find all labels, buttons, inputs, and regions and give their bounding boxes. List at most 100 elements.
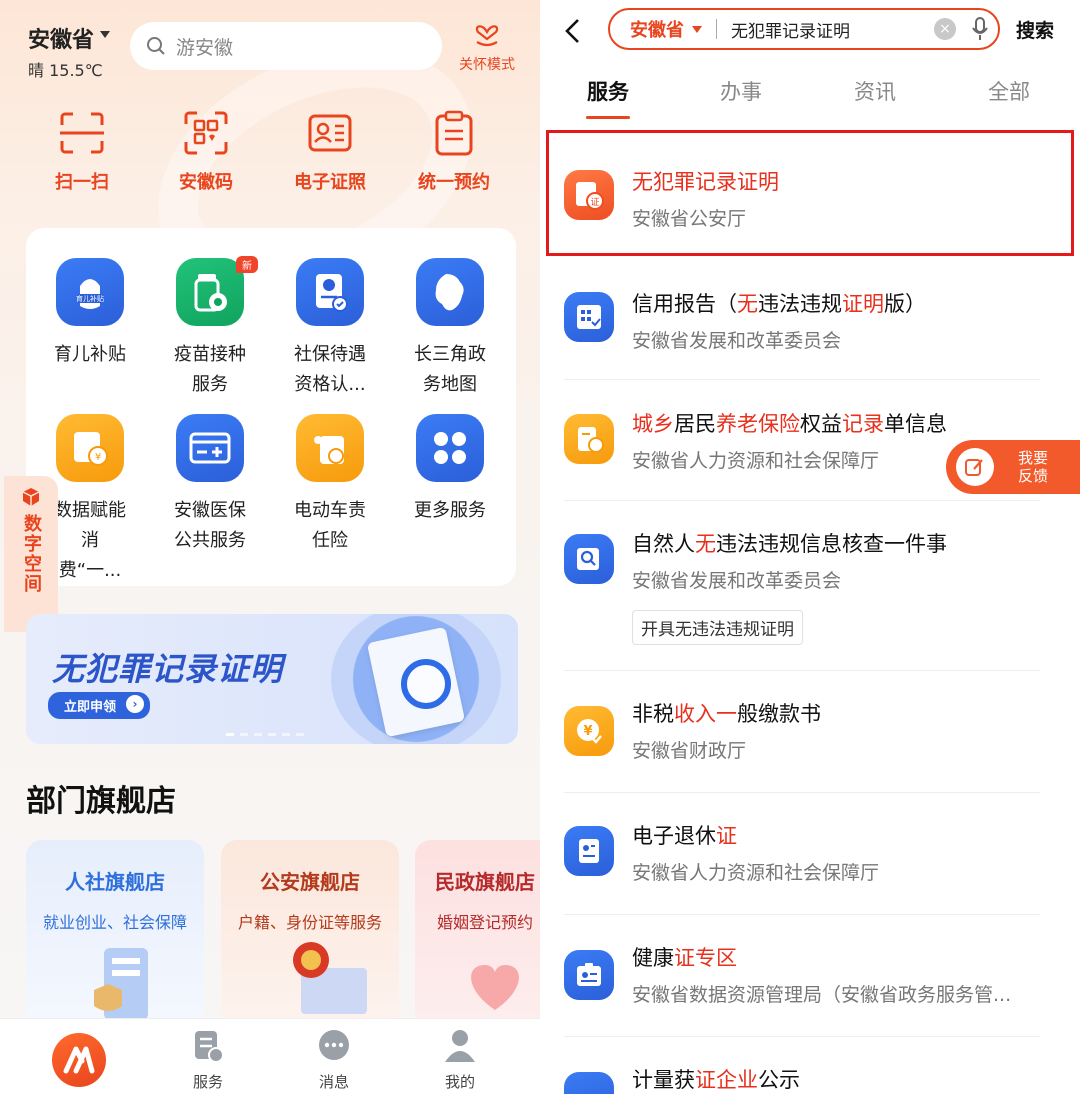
title-part: 版）	[884, 292, 926, 316]
divider	[564, 670, 1040, 671]
service-vaccination[interactable]: 新 疫苗接种服务	[150, 256, 270, 400]
result-item[interactable]: 信用报告（无违法违规证明版） 安徽省发展和改革委员会	[540, 288, 1080, 380]
banner-title: 无犯罪记录证明	[52, 650, 284, 688]
service-yangtze-map[interactable]: 长三角政务地图	[390, 258, 510, 400]
store-civil-affairs[interactable]: 民政旗舰店 婚姻登记预约	[415, 840, 540, 1020]
bottom-tab-bar: 服务 消息 我的	[0, 1018, 540, 1094]
divider	[564, 500, 1040, 501]
active-tab-indicator	[586, 116, 630, 119]
digital-space-label: 数字空间	[21, 514, 42, 594]
result-item[interactable]: 计量获证企业公示	[540, 1064, 1080, 1094]
province-selector[interactable]: 安徽省	[630, 16, 684, 42]
tab-all[interactable]: 全部	[969, 76, 1049, 106]
svg-text:证: 证	[590, 197, 599, 208]
scan-icon	[60, 112, 104, 154]
social-security-icon	[296, 258, 364, 326]
chat-bubble-icon	[319, 1030, 349, 1060]
title-part: 自然人	[632, 532, 695, 556]
svg-text:¥: ¥	[583, 724, 592, 739]
search-button[interactable]: 搜索	[1016, 16, 1054, 43]
title-part: 健康	[632, 946, 674, 970]
title-part: 违法违规信息核查一件事	[716, 532, 947, 556]
result-item[interactable]: ¥ 非税收入一般缴款书 安徽省财政厅	[540, 698, 1080, 793]
credit-report-icon	[564, 292, 614, 342]
clear-icon[interactable]: ×	[934, 18, 956, 40]
caret-down-icon	[100, 30, 111, 38]
care-heart-icon	[475, 25, 499, 47]
service-childcare-subsidy[interactable]: 育儿补贴 育儿补贴	[30, 258, 150, 370]
tab-services[interactable]: 服务	[168, 1027, 248, 1092]
store-desc: 户籍、身份证等服务	[237, 913, 382, 932]
service-more[interactable]: 更多服务	[390, 414, 510, 526]
edit-icon	[956, 448, 994, 486]
quick-e-license[interactable]: 电子证照	[268, 108, 392, 194]
care-mode-button[interactable]: 关怀模式	[452, 20, 522, 74]
highlight-text: 证专区	[674, 946, 737, 970]
search-input[interactable]: 无犯罪记录证明	[731, 17, 934, 42]
location-label[interactable]: 安徽省	[28, 22, 94, 54]
id-check-icon	[564, 534, 614, 584]
flagship-stores: 人社旗舰店 就业创业、社会保障 公安旗舰店 户籍、身份证等服务 民政旗舰店 婚姻…	[26, 840, 540, 1020]
result-item[interactable]: 健康证专区 安徽省数据资源管理局（安徽省政务服务管...	[540, 942, 1080, 1037]
quick-anhui-code-label: 安徽码	[179, 172, 233, 193]
microphone-icon[interactable]	[972, 16, 988, 42]
result-item[interactable]: 自然人无违法违规信息核查一件事 安徽省发展和改革委员会 开具无违法违规证明	[540, 528, 1080, 671]
title-part: 非税	[632, 702, 674, 726]
service-medical-insurance[interactable]: 安徽医保公共服务	[150, 414, 270, 556]
feedback-button[interactable]: 我要 反馈	[946, 440, 1080, 494]
service-social-security-qualification[interactable]: 社保待遇资格认...	[270, 258, 390, 400]
tab-services[interactable]: 服务	[568, 76, 648, 106]
highlight-text: 养老保险	[716, 412, 800, 436]
apply-now-button[interactable]: 立即申领 ›	[48, 692, 151, 719]
cube-icon	[22, 488, 40, 506]
title-part: 违法违规	[758, 292, 842, 316]
divider	[564, 914, 1040, 915]
service-label: 数据赋能消费“一...	[54, 500, 126, 581]
highlight-text: 无	[737, 292, 758, 316]
service-ebike-insurance[interactable]: 电动车责任险	[270, 414, 390, 556]
result-tag[interactable]: 开具无违法违规证明	[632, 610, 803, 645]
back-button[interactable]	[564, 18, 582, 48]
quick-scan[interactable]: 扫一扫	[20, 108, 144, 194]
result-title: 电子退休证	[632, 820, 737, 850]
service-label: 疫苗接种服务	[174, 344, 246, 395]
hr-store-illustration	[94, 948, 148, 1020]
location-selector[interactable]: 安徽省 晴 15.5℃	[28, 22, 111, 81]
store-hr[interactable]: 人社旗舰店 就业创业、社会保障	[26, 840, 204, 1020]
quick-e-license-label: 电子证照	[294, 172, 366, 193]
result-dept: 安徽省发展和改革委员会	[632, 570, 842, 592]
promo-banner[interactable]: 无犯罪记录证明 立即申领 ›	[26, 614, 518, 744]
store-name: 人社旗舰店	[65, 870, 165, 894]
result-dept: 安徽省发展和改革委员会	[632, 330, 842, 352]
result-item[interactable]: 证 无犯罪记录证明 安徽省公安厅	[540, 166, 1080, 256]
service-label: 社保待遇资格认...	[294, 344, 366, 395]
caret-down-icon	[692, 25, 702, 33]
services-card: 育儿补贴 育儿补贴 新 疫苗接种服务 社保待遇资格认... 长三角政务地图 ¥ …	[26, 228, 516, 586]
result-title: 城乡居民养老保险权益记录单信息	[632, 408, 947, 438]
result-dept: 安徽省财政厅	[632, 740, 747, 762]
service-label: 育儿补贴	[54, 344, 126, 365]
id-card-icon	[308, 114, 352, 152]
carousel-dots	[226, 733, 304, 736]
result-item[interactable]: 电子退休证 安徽省人力资源和社会保障厅	[540, 820, 1080, 915]
chevron-left-icon	[565, 19, 579, 43]
tab-profile[interactable]: 我的	[420, 1027, 500, 1092]
home-search-input[interactable]: 游安徽	[130, 22, 442, 70]
search-bar[interactable]: 安徽省 无犯罪记录证明 ×	[608, 8, 1000, 50]
divider	[716, 19, 717, 39]
tab-services-label: 服务	[192, 1073, 223, 1091]
certificate-icon: 证	[564, 170, 614, 220]
quick-appointment[interactable]: 统一预约	[392, 108, 516, 194]
tab-news[interactable]: 资讯	[835, 76, 915, 106]
digital-space-tab[interactable]: 数字空间	[4, 476, 58, 632]
care-mode-label: 关怀模式	[459, 57, 515, 73]
tab-messages[interactable]: 消息	[294, 1027, 374, 1092]
quick-anhui-code[interactable]: 安徽码	[144, 108, 268, 194]
home-logo-button[interactable]	[52, 1033, 106, 1087]
new-badge: 新	[236, 256, 258, 273]
magnifier-illustration	[401, 659, 451, 709]
feedback-label: 我要 反馈	[1018, 449, 1048, 485]
store-police[interactable]: 公安旗舰店 户籍、身份证等服务	[221, 840, 399, 1020]
tab-affairs[interactable]: 办事	[701, 76, 781, 106]
result-dept: 安徽省公安厅	[632, 208, 747, 230]
